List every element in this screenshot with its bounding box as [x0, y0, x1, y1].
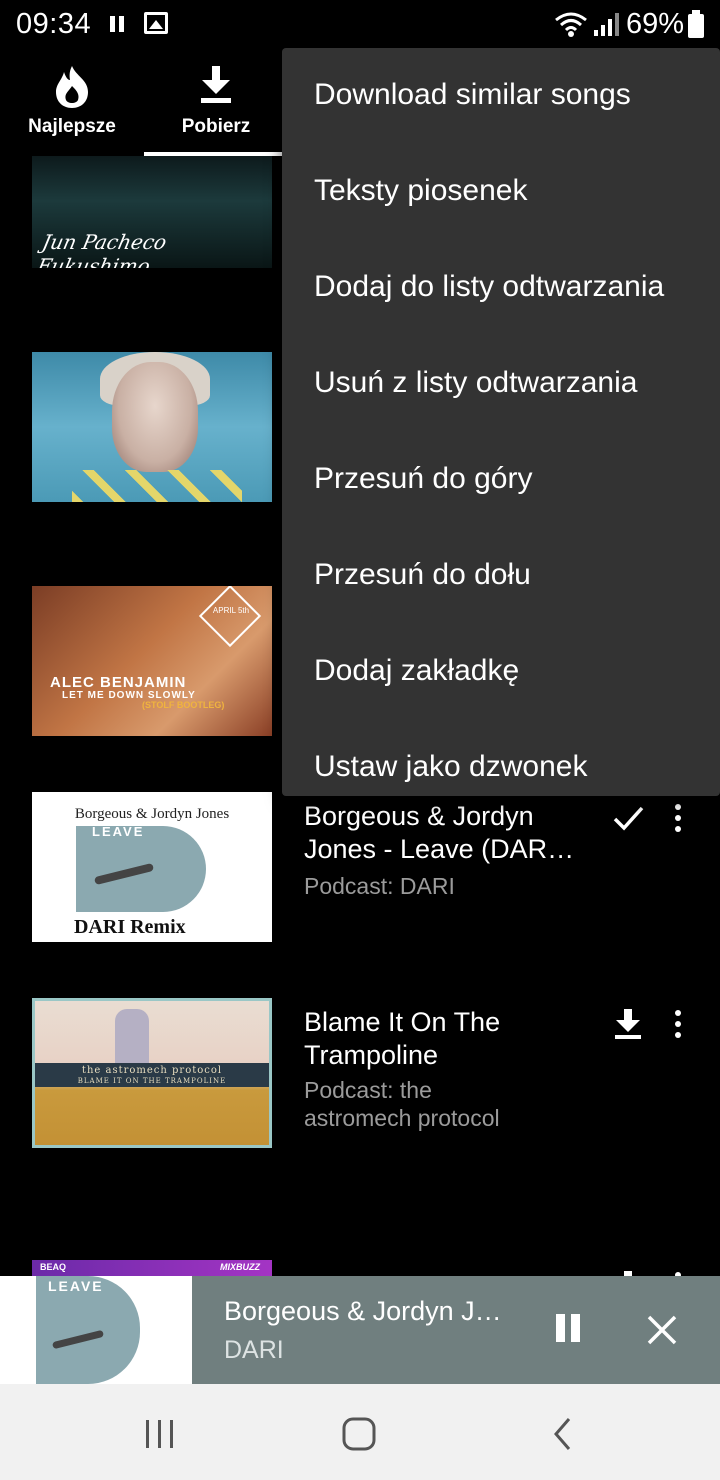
flame-icon — [56, 66, 88, 108]
song-title: Blame It On The Trampoline — [304, 1007, 501, 1070]
album-art-artist: the astromech protocol — [81, 1065, 223, 1076]
player-title[interactable]: Borgeous & Jordyn J… — [224, 1296, 514, 1327]
album-art-badge: APRIL 5th — [212, 606, 250, 615]
song-subtitle: Podcast: DARI — [304, 873, 455, 899]
home-icon[interactable] — [340, 1414, 380, 1454]
album-art-remix: DARI Remix — [74, 916, 186, 938]
menu-item-label: Dodaj do listy odtwarzania — [314, 270, 665, 303]
list-item[interactable]: BEAQ MIXBUZZ — [0, 1260, 720, 1276]
mini-player[interactable]: LEAVE Borgeous & Jordyn J… DARI — [0, 1276, 720, 1384]
menu-item-label: Teksty piosenek — [314, 174, 528, 207]
album-art-artist: ALEC BENJAMIN — [50, 674, 187, 691]
album-art-artist: Borgeous & Jordyn Jones — [74, 806, 230, 822]
menu-item-label: Dodaj zakładkę — [314, 654, 520, 687]
menu-item-label: Download similar songs — [314, 78, 631, 111]
wifi-icon — [555, 12, 587, 37]
menu-item-remove-from-playlist[interactable]: Usuń z listy odtwarzania — [282, 336, 720, 432]
menu-item-add-to-playlist[interactable]: Dodaj do listy odtwarzania — [282, 240, 720, 336]
album-art — [32, 352, 272, 502]
battery-level: 69% — [626, 8, 685, 40]
image-icon — [144, 12, 168, 34]
tab-najlepsze[interactable]: Najlepsze — [0, 50, 144, 156]
album-art-extra: (STOLF BOOTLEG) — [142, 700, 225, 710]
menu-item-move-up[interactable]: Przesuń do góry — [282, 432, 720, 528]
album-art-brand: BEAQ — [40, 1262, 67, 1272]
album-art-text: Jun Pacheco Fukushimo — [34, 230, 169, 268]
pause-icon — [110, 16, 124, 32]
menu-item-download-similar[interactable]: Download similar songs — [282, 48, 720, 144]
menu-item-add-bookmark[interactable]: Dodaj zakładkę — [282, 624, 720, 720]
player-subtitle: DARI — [224, 1336, 284, 1364]
song-subtitle: Podcast: the astromech protocol — [304, 1077, 500, 1131]
album-art: APRIL 5th ALEC BENJAMIN LET ME DOWN SLOW… — [32, 586, 272, 736]
back-icon[interactable] — [544, 1414, 584, 1454]
battery-icon — [688, 10, 704, 38]
album-art-title: BLAME IT ON THE TRAMPOLINE — [77, 1077, 227, 1085]
menu-item-label: Usuń z listy odtwarzania — [314, 366, 638, 399]
menu-item-set-ringtone[interactable]: Ustaw jako dzwonek — [282, 720, 720, 816]
close-icon[interactable] — [644, 1312, 680, 1348]
recents-icon[interactable] — [140, 1414, 180, 1454]
clock: 09:34 — [16, 8, 92, 40]
navigation-bar — [0, 1384, 720, 1480]
tab-label: Pobierz — [181, 116, 251, 137]
menu-item-label: Przesuń do góry — [314, 462, 533, 495]
list-item[interactable]: Borgeous & Jordyn Jones LEAVE DARI Remix… — [0, 792, 720, 952]
album-art-title: LEAVE — [92, 824, 145, 839]
album-art: Borgeous & Jordyn Jones LEAVE DARI Remix — [32, 792, 272, 942]
signal-icon — [594, 13, 619, 36]
album-art: BEAQ MIXBUZZ — [32, 1260, 272, 1276]
download-icon — [201, 66, 231, 103]
pause-button[interactable] — [552, 1312, 584, 1346]
album-art-brand: MIXBUZZ — [220, 1262, 260, 1272]
tab-pobierz[interactable]: Pobierz — [144, 50, 288, 156]
album-art-title: LEAVE — [48, 1278, 104, 1294]
status-bar: 09:34 69% — [0, 0, 720, 50]
more-options-button[interactable] — [670, 1008, 686, 1040]
menu-item-lyrics[interactable]: Teksty piosenek — [282, 144, 720, 240]
context-menu: Download similar songs Teksty piosenek D… — [282, 48, 720, 796]
download-icon[interactable] — [612, 1008, 644, 1040]
list-item[interactable]: the astromech protocol BLAME IT ON THE T… — [0, 998, 720, 1178]
tab-label: Najlepsze — [28, 116, 116, 137]
album-art: Jun Pacheco Fukushimo — [32, 156, 272, 268]
menu-item-label: Przesuń do dołu — [314, 558, 531, 591]
menu-item-move-down[interactable]: Przesuń do dołu — [282, 528, 720, 624]
player-album-art[interactable]: LEAVE — [0, 1276, 192, 1384]
album-art: the astromech protocol BLAME IT ON THE T… — [32, 998, 272, 1148]
menu-item-label: Ustaw jako dzwonek — [314, 750, 588, 783]
